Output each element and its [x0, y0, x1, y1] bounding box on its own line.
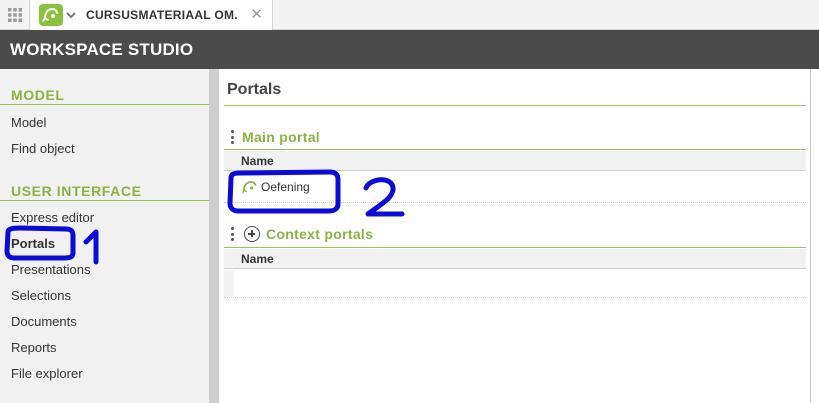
sidebar-item-presentations[interactable]: Presentations — [11, 262, 91, 277]
column-header-name[interactable]: Name — [224, 151, 806, 171]
section-title-context-portals: Context portals — [266, 226, 374, 242]
close-icon[interactable]: ✕ — [250, 7, 263, 23]
sidebar-heading-model: MODEL — [11, 87, 65, 103]
sidebar-splitter[interactable] — [209, 69, 219, 403]
sidebar-heading-user-interface: USER INTERFACE — [11, 183, 142, 199]
title-divider — [224, 105, 806, 106]
sidebar-item-selections[interactable]: Selections — [11, 288, 71, 303]
table-row[interactable]: Oefening — [224, 172, 806, 203]
sidebar: MODEL Model Find object USER INTERFACE E… — [0, 69, 209, 403]
document-tab[interactable]: CURSUSMATERIAAL OM... ✕ — [31, 0, 273, 30]
add-icon[interactable] — [244, 226, 260, 242]
page-title: Portals — [227, 81, 282, 98]
empty-table-row — [224, 270, 806, 298]
sidebar-item-file-explorer[interactable]: File explorer — [11, 366, 83, 381]
portal-icon — [39, 4, 63, 26]
sidebar-item-find-object[interactable]: Find object — [11, 141, 75, 156]
grid-icon — [7, 8, 22, 22]
kebab-menu-icon[interactable] — [228, 129, 236, 145]
main-panel: Portals Main portal Name Oefening Contex… — [219, 69, 819, 403]
sidebar-item-documents[interactable]: Documents — [11, 314, 77, 329]
vertical-scrollbar[interactable] — [810, 69, 819, 403]
chevron-down-icon[interactable] — [66, 9, 78, 21]
app-title: WORKSPACE STUDIO — [0, 30, 819, 69]
section-divider — [224, 149, 806, 150]
sidebar-item-reports[interactable]: Reports — [11, 340, 57, 355]
sidebar-divider — [0, 200, 209, 201]
apps-button[interactable] — [0, 0, 30, 30]
sidebar-item-portals[interactable]: Portals — [11, 236, 55, 251]
main-portal-header: Main portal — [228, 127, 320, 147]
sidebar-divider — [0, 104, 209, 105]
kebab-menu-icon[interactable] — [228, 226, 236, 242]
section-divider — [224, 247, 806, 248]
section-title-main-portal: Main portal — [242, 129, 320, 145]
portal-name: Oefening — [261, 180, 310, 194]
context-portals-header: Context portals — [228, 224, 373, 244]
sidebar-item-express-editor[interactable]: Express editor — [11, 210, 94, 225]
column-header-name[interactable]: Name — [224, 249, 806, 269]
tab-title: CURSUSMATERIAAL OM... — [86, 8, 238, 22]
portal-icon — [242, 179, 259, 195]
sidebar-item-model[interactable]: Model — [11, 115, 46, 130]
tab-strip: CURSUSMATERIAAL OM... ✕ — [0, 0, 819, 30]
